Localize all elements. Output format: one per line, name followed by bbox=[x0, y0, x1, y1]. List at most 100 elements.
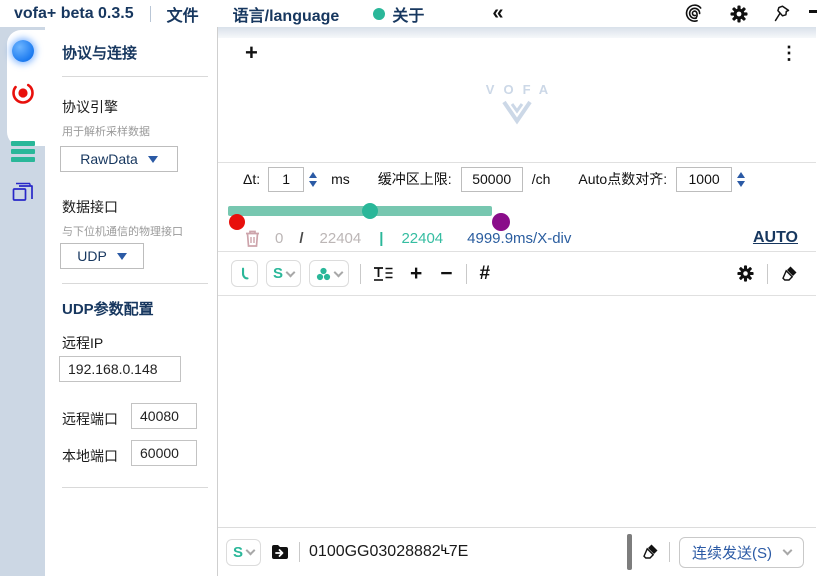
collapse-menu-icon[interactable]: « bbox=[492, 2, 501, 25]
align-label: Auto点数对齐: bbox=[578, 169, 667, 189]
remote-port-input[interactable]: 40080 bbox=[131, 403, 197, 429]
send-payload-input[interactable]: 0100GG03028882 L L 7E bbox=[309, 543, 618, 561]
zoom-in-button[interactable]: + bbox=[410, 263, 422, 284]
channels-button[interactable] bbox=[309, 260, 349, 287]
tabbar: + ⋮ bbox=[218, 38, 816, 68]
layered-pages-icon bbox=[9, 177, 37, 205]
vofa-logo-icon bbox=[500, 99, 534, 127]
main-area: + ⋮ VOFA Δt: 1 ms 缓冲区上限: bbox=[217, 27, 816, 576]
vofa-app: vofa+ beta 0.3.5 文件 语言/language 关于 « bbox=[0, 0, 817, 576]
chevron-down-icon bbox=[246, 546, 256, 556]
add-tab-button[interactable]: + bbox=[245, 42, 258, 64]
sendbar-divider bbox=[669, 542, 670, 562]
data-format-button[interactable]: S bbox=[266, 260, 301, 287]
divider bbox=[62, 76, 208, 77]
send-format-button[interactable]: S bbox=[226, 539, 261, 566]
buffer-value: 50000 bbox=[472, 171, 511, 187]
send-file-icon[interactable] bbox=[270, 542, 290, 562]
sampling-controls: Δt: 1 ms 缓冲区上限: 50000 /ch Auto点数对齐: 1000 bbox=[218, 163, 816, 195]
remote-ip-input[interactable]: 192.168.0.148 bbox=[59, 356, 181, 382]
newline-glyph: L bbox=[444, 546, 449, 556]
engine-select-value: RawData bbox=[80, 151, 138, 167]
send-bar: S 0100GG03028882 L L 7E 连续发送(S) bbox=[218, 527, 816, 576]
buffer-unit: /ch bbox=[532, 171, 551, 187]
dt-label: Δt: bbox=[243, 171, 260, 187]
menu-about-label: 关于 bbox=[392, 2, 424, 26]
engine-select[interactable]: RawData bbox=[60, 146, 178, 172]
clear-send-eraser-icon[interactable] bbox=[641, 543, 660, 561]
local-port-value: 60000 bbox=[140, 445, 179, 461]
titlebar: vofa+ beta 0.3.5 文件 语言/language 关于 « bbox=[0, 0, 817, 27]
s-format-label: S bbox=[233, 544, 243, 561]
pin-icon[interactable] bbox=[773, 4, 791, 23]
tabstrip-gradient bbox=[218, 27, 816, 38]
grid-toggle-button[interactable]: # bbox=[480, 264, 491, 283]
menu-about[interactable]: 关于 bbox=[373, 2, 424, 26]
send-mode-label: 连续发送(S) bbox=[692, 542, 772, 563]
rail-item-windows[interactable] bbox=[0, 177, 45, 205]
interface-select-value: UDP bbox=[77, 248, 107, 264]
step-down-icon bbox=[737, 181, 745, 187]
list-bars-icon bbox=[11, 141, 35, 162]
dt-stepper[interactable] bbox=[309, 172, 317, 187]
local-port-input[interactable]: 60000 bbox=[131, 440, 197, 466]
connect-button[interactable] bbox=[231, 260, 258, 287]
step-up-icon bbox=[309, 172, 317, 178]
remote-port-label: 远程端口 bbox=[62, 409, 118, 429]
send-mode-select[interactable]: 连续发送(S) bbox=[679, 537, 804, 568]
remote-port-value: 40080 bbox=[140, 408, 179, 424]
step-up-icon bbox=[737, 172, 745, 178]
sendbar-splitter-handle[interactable] bbox=[627, 534, 632, 570]
slider-track[interactable] bbox=[228, 206, 492, 216]
menu-file[interactable]: 文件 bbox=[167, 2, 199, 26]
buffer-input[interactable]: 50000 bbox=[461, 167, 523, 192]
rail-item-record[interactable] bbox=[0, 80, 45, 106]
legend-text-icon[interactable] bbox=[372, 265, 394, 283]
buffer-stats: 0 / 22404 | 22404 4999.9ms/X-div AUTO bbox=[218, 225, 816, 251]
connection-panel: 协议与连接 协议引擎 用于解析采样数据 RawData 数据接口 与下位机通信的… bbox=[45, 27, 218, 576]
window-minimize-dash[interactable] bbox=[809, 10, 817, 13]
connection-ball-icon bbox=[12, 40, 34, 62]
toolbar-divider bbox=[466, 264, 467, 284]
plot-canvas[interactable] bbox=[218, 296, 816, 527]
divider bbox=[62, 487, 208, 488]
menu-language[interactable]: 语言/language bbox=[233, 2, 340, 26]
chevron-down-icon bbox=[286, 267, 296, 277]
dt-input[interactable]: 1 bbox=[268, 167, 304, 192]
settings-gear-icon[interactable] bbox=[729, 4, 749, 24]
auto-scale-button[interactable]: AUTO bbox=[753, 229, 798, 247]
pipe-separator: | bbox=[379, 230, 383, 247]
slash-separator: / bbox=[299, 230, 303, 247]
dropdown-arrow-icon bbox=[148, 156, 158, 163]
record-icon bbox=[10, 80, 36, 106]
engine-label: 协议引擎 bbox=[62, 97, 118, 117]
align-value: 1000 bbox=[689, 171, 720, 187]
s-format-label: S bbox=[273, 265, 283, 282]
rail-item-connection[interactable] bbox=[0, 40, 45, 62]
slider-position-handle[interactable] bbox=[362, 203, 378, 219]
plot-toolbar: S + − # bbox=[218, 252, 816, 295]
channel-dots-icon bbox=[316, 267, 331, 281]
rail-item-list[interactable] bbox=[0, 135, 45, 162]
align-input[interactable]: 1000 bbox=[676, 167, 732, 192]
wireless-forward-icon[interactable] bbox=[684, 3, 705, 24]
trash-icon[interactable] bbox=[244, 229, 261, 248]
titlebar-divider bbox=[150, 6, 151, 22]
clear-plot-eraser-icon[interactable] bbox=[780, 265, 799, 283]
zoom-out-button[interactable]: − bbox=[440, 263, 452, 284]
vofa-watermark: VOFA bbox=[218, 82, 816, 157]
engine-desc: 用于解析采样数据 bbox=[62, 123, 150, 139]
interface-select[interactable]: UDP bbox=[60, 243, 144, 269]
divider bbox=[62, 283, 208, 284]
phone-icon bbox=[238, 265, 251, 282]
xdiv-readout: 4999.9ms/X-div bbox=[467, 230, 571, 247]
align-stepper[interactable] bbox=[737, 172, 745, 187]
interface-label: 数据接口 bbox=[62, 197, 118, 217]
status-dot-icon bbox=[373, 8, 385, 20]
step-down-icon bbox=[309, 181, 317, 187]
sendbar-divider bbox=[299, 542, 300, 562]
titlebar-actions bbox=[684, 3, 791, 24]
udp-config-title: UDP参数配置 bbox=[62, 298, 154, 319]
tab-overflow-menu-icon[interactable]: ⋮ bbox=[780, 43, 798, 64]
plot-settings-gear-icon[interactable] bbox=[736, 264, 755, 283]
